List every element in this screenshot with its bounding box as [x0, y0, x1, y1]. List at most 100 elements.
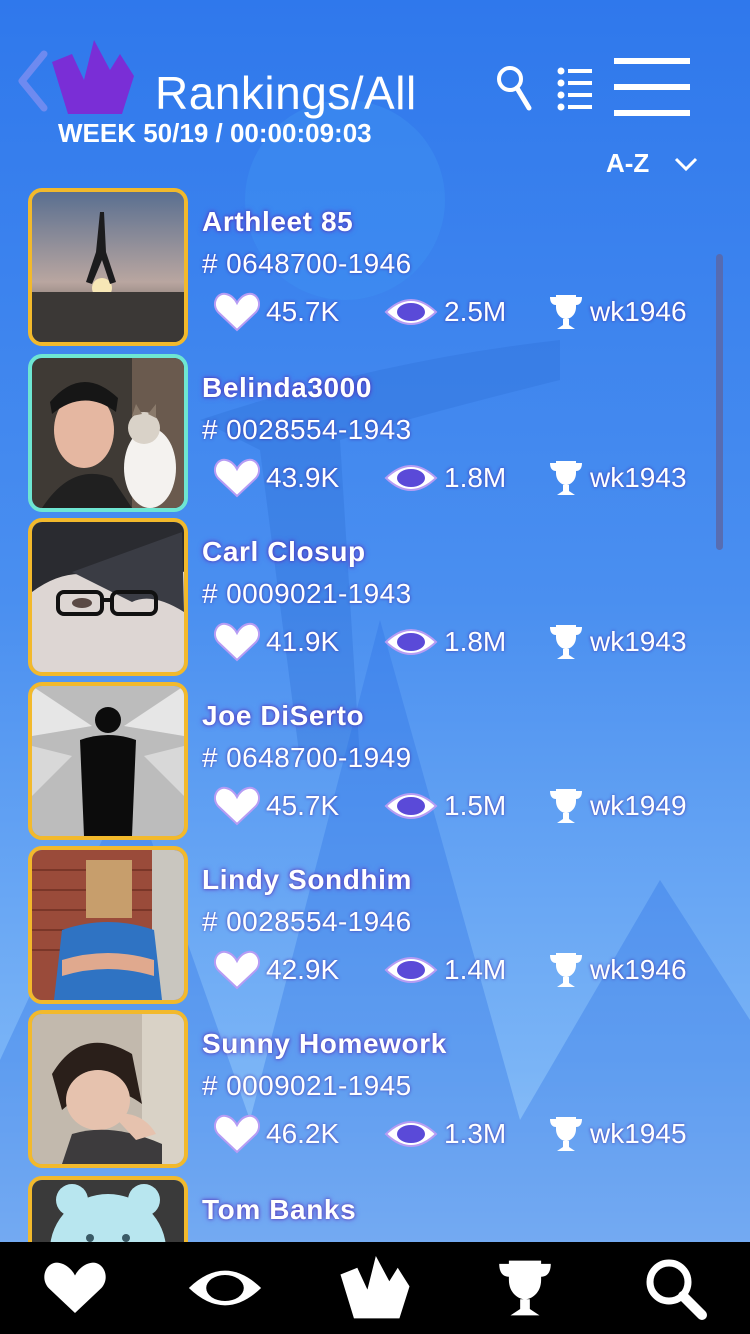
bottom-nav	[0, 1242, 750, 1334]
sort-dropdown[interactable]: A-Z	[606, 148, 699, 179]
likes-stat: 46.2K	[214, 1110, 339, 1158]
ranking-row[interactable]: Arthleet 85 # 0648700-1946 45.7K 2.5M wk…	[0, 188, 710, 352]
heart-icon	[214, 1114, 260, 1154]
hamburger-menu-icon[interactable]	[612, 56, 692, 120]
likes-count: 45.7K	[266, 296, 340, 327]
rank-week: wk1945	[590, 1118, 687, 1149]
views-stat: 1.8M	[384, 454, 506, 502]
ranking-code: # 0028554-1943	[202, 414, 412, 445]
eye-icon	[384, 629, 438, 655]
rank-stat: wk1943	[548, 618, 687, 666]
eye-icon	[384, 957, 438, 983]
chevron-left-icon[interactable]	[14, 48, 50, 114]
ranking-name[interactable]: Arthleet 85	[202, 206, 353, 238]
likes-count: 46.2K	[266, 1118, 340, 1149]
nav-home[interactable]	[329, 1242, 421, 1334]
avatar-image	[32, 1014, 184, 1164]
likes-stat: 45.7K	[214, 782, 339, 830]
scrollbar[interactable]	[713, 254, 733, 550]
rank-week: wk1943	[590, 462, 687, 493]
views-stat: 1.4M	[384, 946, 506, 994]
ranking-name[interactable]: Sunny Homework	[202, 1028, 447, 1060]
week-timer: WEEK 50/19 / 00:00:09:03	[58, 118, 372, 148]
rank-stat: wk1946	[548, 946, 687, 994]
avatar[interactable]	[28, 518, 188, 676]
nav-rankings[interactable]	[479, 1242, 571, 1334]
nav-views[interactable]	[179, 1242, 271, 1334]
rank-stat: wk1945	[548, 1110, 687, 1158]
ranking-row[interactable]: Belinda3000 # 0028554-1943 43.9K 1.8M wk…	[0, 354, 710, 518]
heart-icon	[214, 622, 260, 662]
avatar-image	[32, 1180, 184, 1242]
crown-logo[interactable]	[50, 40, 136, 116]
ranking-code: # 0028554-1946	[202, 906, 412, 937]
rank-week: wk1943	[590, 626, 687, 657]
avatar[interactable]	[28, 354, 188, 512]
trophy-icon	[550, 625, 582, 659]
heart-icon	[214, 950, 260, 990]
list-icon[interactable]	[556, 66, 594, 112]
avatar[interactable]	[28, 682, 188, 840]
nav-likes[interactable]	[29, 1242, 121, 1334]
rank-stat: wk1949	[548, 782, 687, 830]
likes-stat: 43.9K	[214, 454, 339, 502]
trophy-icon	[550, 1117, 582, 1151]
sort-label: A-Z	[606, 148, 650, 178]
ranking-code: # 0009021-1945	[202, 1070, 412, 1101]
ranking-name[interactable]: Belinda3000	[202, 372, 372, 404]
views-stat: 1.3M	[384, 1110, 506, 1158]
ranking-row[interactable]: Lindy Sondhim # 0028554-1946 42.9K 1.4M …	[0, 846, 710, 1010]
avatar-image	[32, 686, 184, 836]
views-count: 1.4M	[444, 954, 507, 985]
views-count: 1.8M	[444, 626, 507, 657]
ranking-name[interactable]: Tom Banks	[202, 1194, 356, 1226]
eye-icon	[384, 299, 438, 325]
ranking-code: # 0648700-1949	[202, 742, 412, 773]
rank-week: wk1949	[590, 790, 687, 821]
avatar-image	[32, 850, 184, 1000]
likes-count: 45.7K	[266, 790, 340, 821]
heart-icon	[214, 292, 260, 332]
likes-count: 41.9K	[266, 626, 340, 657]
avatar[interactable]	[28, 1010, 188, 1168]
views-count: 1.5M	[444, 790, 507, 821]
search-icon[interactable]	[495, 64, 533, 114]
ranking-code: # 0648700-1946	[202, 248, 412, 279]
header: Rankings/All WEEK 50/19 / 00:00:09:03 A-…	[0, 0, 750, 190]
ranking-name[interactable]: Joe DiSerto	[202, 700, 364, 732]
ranking-row[interactable]: Sunny Homework # 0009021-1945 46.2K 1.3M…	[0, 1010, 710, 1174]
ranking-name[interactable]: Carl Closup	[202, 536, 366, 568]
trophy-icon	[550, 461, 582, 495]
ranking-row[interactable]: Carl Closup # 0009021-1943 41.9K 1.8M wk…	[0, 518, 710, 682]
likes-stat: 45.7K	[214, 288, 339, 336]
ranking-row[interactable]: Tom Banks	[0, 1176, 710, 1242]
rank-stat: wk1943	[548, 454, 687, 502]
trophy-icon	[550, 295, 582, 329]
eye-icon	[384, 1121, 438, 1147]
likes-stat: 42.9K	[214, 946, 339, 994]
rankings-list[interactable]: Arthleet 85 # 0648700-1946 45.7K 2.5M wk…	[0, 188, 750, 1242]
eye-icon	[384, 793, 438, 819]
likes-count: 42.9K	[266, 954, 340, 985]
trophy-icon	[550, 789, 582, 823]
heart-icon	[44, 1262, 106, 1314]
page-title: Rankings/All	[155, 67, 417, 119]
avatar[interactable]	[28, 846, 188, 1004]
trophy-icon	[499, 1260, 551, 1316]
avatar[interactable]	[28, 188, 188, 346]
avatar-image	[32, 192, 184, 342]
ranking-name[interactable]: Lindy Sondhim	[202, 864, 412, 896]
chevron-down-icon	[675, 157, 698, 171]
avatar[interactable]	[28, 1176, 188, 1242]
eye-icon	[188, 1270, 262, 1306]
likes-count: 43.9K	[266, 462, 340, 493]
views-stat: 1.8M	[384, 618, 506, 666]
scroll-thumb[interactable]	[716, 254, 723, 550]
rank-stat: wk1946	[548, 288, 687, 336]
search-icon	[646, 1259, 707, 1320]
heart-icon	[214, 786, 260, 826]
ranking-row[interactable]: Joe DiSerto # 0648700-1949 45.7K 1.5M wk…	[0, 682, 710, 846]
avatar-image	[32, 358, 184, 508]
rank-week: wk1946	[590, 954, 687, 985]
nav-search[interactable]	[629, 1242, 721, 1334]
